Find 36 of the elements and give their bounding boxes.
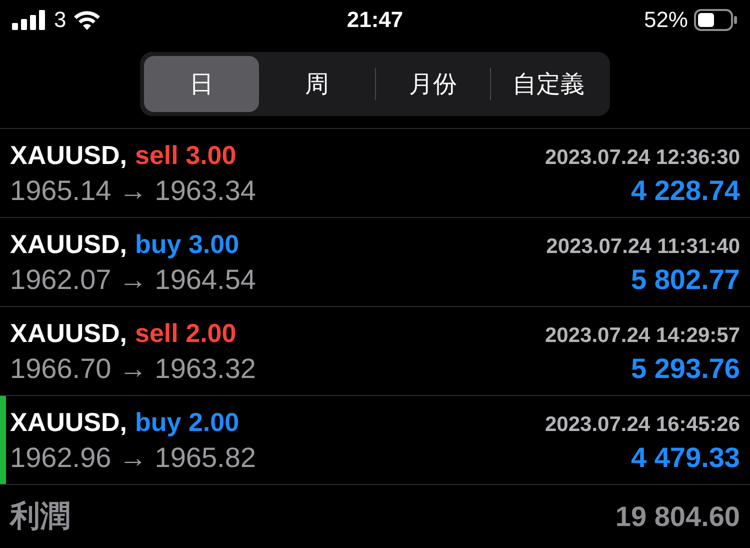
symbol-label: XAUUSD,: [10, 318, 128, 348]
symbol-label: XAUUSD,: [10, 228, 128, 260]
period-tab[interactable]: 月份: [376, 56, 490, 112]
trade-row[interactable]: XAUUSD, sell 2.00 2023.07.24 14:29:57 1966.70 → 1963.32 5 293.76: [0, 306, 750, 395]
period-tab[interactable]: 周: [260, 56, 374, 112]
trade-row[interactable]: XAUUSD, sell 3.00 2023.07.24 12:36:30 1965.14 → 1963.34 4 228.74: [0, 128, 750, 217]
wifi-icon: [74, 10, 100, 30]
total-label: 利潤: [10, 499, 70, 535]
price-range: 1965.14 → 1963.34: [10, 174, 256, 206]
battery-percentage: 52%: [644, 7, 688, 33]
trade-time: 2023.07.24 11:31:40: [546, 234, 740, 258]
profit-value: 5 802.77: [631, 264, 740, 296]
profit-value: 5 293.76: [631, 352, 740, 384]
symbol-label: XAUUSD,: [10, 406, 128, 438]
period-tab[interactable]: 自定義: [491, 56, 606, 112]
profit-value: 4 479.33: [631, 442, 740, 474]
trade-time: 2023.07.24 12:36:30: [545, 146, 740, 170]
trade-time: 2023.07.24 14:29:57: [545, 324, 740, 348]
trade-row[interactable]: XAUUSD, buy 3.00 2023.07.24 11:31:40 1962.07 → 1964.54 5 802.77: [0, 217, 750, 306]
profit-value: 4 228.74: [631, 174, 740, 206]
symbol-label: XAUUSD,: [10, 140, 128, 170]
order-label: sell 2.00: [135, 318, 236, 348]
order-label: buy 2.00: [135, 406, 240, 438]
price-range: 1962.96 → 1965.82: [10, 442, 256, 474]
trade-row[interactable]: XAUUSD, buy 2.00 2023.07.24 16:45:26 1962.96 → 1965.82 4 479.33: [0, 395, 750, 484]
clock-time: 21:47: [346, 7, 404, 33]
order-label: buy 3.00: [135, 228, 240, 260]
period-tab[interactable]: 日: [144, 56, 259, 112]
order-label: sell 3.00: [135, 140, 236, 170]
signal-icon: [12, 10, 46, 30]
price-range: 1962.07 → 1964.54: [10, 264, 256, 296]
carrier-label: 3: [54, 7, 66, 33]
battery-icon: [694, 9, 738, 31]
total-value: 19 804.60: [615, 500, 740, 532]
price-range: 1966.70 → 1963.32: [10, 352, 256, 384]
trade-time: 2023.07.24 16:45:26: [545, 412, 740, 436]
